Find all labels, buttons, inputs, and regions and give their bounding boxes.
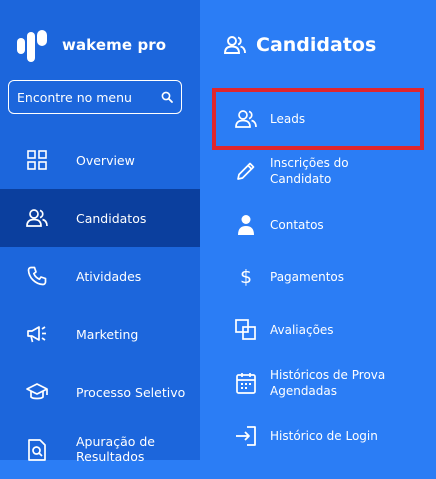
copy-icon [234, 318, 258, 342]
nav-item-marketing[interactable]: Marketing [0, 305, 200, 363]
nav-item-overview[interactable]: Overview [0, 131, 200, 189]
nav-item-processo-seletivo[interactable]: Processo Seletivo [0, 363, 200, 421]
brand-name: wakeme pro [62, 36, 167, 54]
submenu-item-contatos[interactable]: Contatos [200, 212, 436, 238]
users-icon [224, 36, 246, 54]
megaphone-icon [26, 323, 48, 345]
submenu-label: Históricos de Prova Agendadas [270, 368, 386, 398]
nav-item-apuracao-resultados[interactable]: Apuração de Resultados [0, 421, 200, 479]
nav-label: Atividades [76, 268, 142, 284]
submenu-item-historicos-prova[interactable]: Históricos de Prova Agendadas [200, 366, 436, 400]
document-search-icon [26, 439, 48, 461]
nav-label: Overview [76, 152, 135, 168]
submenu-item-avaliacoes[interactable]: Avaliações [200, 317, 436, 343]
menu-search[interactable] [8, 80, 182, 114]
submenu-item-pagamentos[interactable]: $ Pagamentos [200, 264, 436, 290]
submenu-item-inscricoes[interactable]: Inscrições do Candidato [200, 154, 436, 188]
dollar-icon: $ [239, 266, 253, 288]
nav-item-atividades[interactable]: Atividades [0, 247, 200, 305]
submenu-label: Pagamentos [270, 270, 344, 284]
nav-label: Processo Seletivo [76, 384, 186, 400]
nav-label: Marketing [76, 326, 139, 342]
menu-search-input[interactable] [17, 89, 157, 105]
search-icon[interactable] [161, 91, 173, 103]
submenu-label: Inscrições do Candidato [270, 156, 349, 186]
submenu-title: Candidatos [256, 34, 377, 56]
nav-label: Candidatos [76, 210, 147, 226]
login-icon [234, 424, 258, 448]
wakeme-logo-icon [17, 30, 47, 62]
submenu-item-historico-login[interactable]: Histórico de Login [200, 423, 436, 449]
selection-highlight [212, 88, 424, 150]
brand-logo[interactable]: wakeme pro [16, 28, 166, 62]
submenu-label: Contatos [270, 218, 324, 232]
nav-item-candidatos[interactable]: Candidatos [0, 189, 200, 247]
grid-icon [26, 149, 48, 171]
phone-icon [26, 265, 48, 287]
submenu-label: Avaliações [270, 323, 334, 337]
pencil-icon [234, 159, 258, 183]
submenu-header: Candidatos [224, 34, 376, 56]
graduation-cap-icon [26, 381, 48, 403]
person-icon [234, 213, 258, 237]
submenu-panel: Candidatos Leads Inscrições do Candidato [200, 0, 436, 460]
users-icon [26, 207, 48, 229]
main-sidebar: wakeme pro Overview Candidatos [0, 0, 200, 464]
submenu-label: Histórico de Login [270, 429, 378, 443]
calendar-icon [234, 371, 258, 395]
